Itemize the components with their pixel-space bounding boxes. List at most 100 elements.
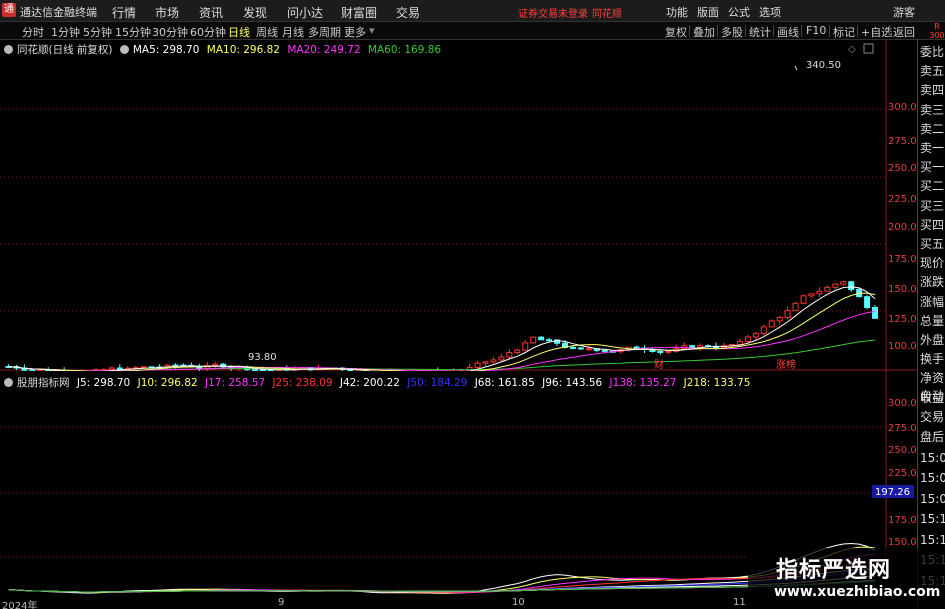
date-label: 10 xyxy=(512,597,525,608)
guest-label[interactable]: 游客 xyxy=(893,4,915,20)
main-title: 同花顺(日线 前复权) xyxy=(17,44,113,56)
side-panel-label: 15:09 xyxy=(920,491,945,506)
gear-icon[interactable] xyxy=(4,378,13,387)
separator xyxy=(773,25,774,37)
candle-body xyxy=(792,302,799,312)
candle-body xyxy=(776,316,783,322)
menu-trade[interactable]: 交易 xyxy=(396,4,420,21)
top-list-mark[interactable]: 涨榜 xyxy=(776,358,796,371)
menu-bar: 通 通达信金融终端 行情 市场 资讯 发现 问小达 财富圈 交易 证券交易未登录… xyxy=(0,0,945,22)
period-daily[interactable]: 日线 xyxy=(228,24,250,40)
tool-overlay[interactable]: 叠加 xyxy=(693,24,715,40)
y-tick: 300.0 xyxy=(888,398,917,409)
candle-body xyxy=(808,293,815,297)
menu-market[interactable]: 市场 xyxy=(155,4,179,21)
menu-options[interactable]: 选项 xyxy=(759,4,781,20)
period-multi[interactable]: 多周期 xyxy=(308,24,341,40)
y-tick: 150.0 xyxy=(888,284,917,295)
ma5-label: MA5: 298.70 xyxy=(132,44,200,56)
y-tick: 100.0 xyxy=(888,341,917,352)
y-tick: 125.0 xyxy=(888,314,917,325)
side-panel-label: 买四 xyxy=(920,217,945,232)
r-indicator[interactable]: R 300 xyxy=(929,22,945,40)
login-warning[interactable]: 证券交易未登录 xyxy=(518,5,588,20)
candlestick-chart[interactable]: 340.50 93.80 财 涨榜 ◇ xyxy=(0,40,917,371)
side-panel-label: 买三 xyxy=(920,198,945,213)
menu-quotes[interactable]: 行情 xyxy=(112,4,136,21)
gear-icon[interactable] xyxy=(4,45,13,54)
candle-body xyxy=(538,336,545,341)
low-price-label: 93.80 xyxy=(248,352,277,363)
tool-adjust[interactable]: 复权 xyxy=(665,24,687,40)
tool-multistock[interactable]: 多股 xyxy=(721,24,743,40)
watermark-url: www.xuezhibiao.com xyxy=(774,584,941,600)
candle-body xyxy=(633,346,640,349)
period-5min[interactable]: 5分钟 xyxy=(83,24,112,40)
period-weekly[interactable]: 周线 xyxy=(256,24,278,40)
candle-body xyxy=(212,363,219,367)
tool-f10[interactable]: F10 xyxy=(806,24,826,37)
period-monthly[interactable]: 月线 xyxy=(282,24,304,40)
current-value: 197.26 xyxy=(875,487,910,498)
indicator-title: 股朋指标网 xyxy=(17,377,70,389)
y-tick: 275.0 xyxy=(888,423,917,434)
side-panel-label: 15:07 xyxy=(920,471,945,485)
candle-body xyxy=(864,296,871,309)
j25-label: J25: 238.09 xyxy=(272,377,333,389)
date-label: 2024年 xyxy=(2,601,38,609)
tool-mark[interactable]: 标记 xyxy=(833,24,855,40)
side-panel-label: 15:12 xyxy=(920,532,945,547)
tool-stats[interactable]: 统计 xyxy=(749,24,771,40)
menu-ask[interactable]: 问小达 xyxy=(287,4,323,21)
candle-body xyxy=(108,367,115,370)
candle-body xyxy=(816,290,823,295)
menu-discover[interactable]: 发现 xyxy=(243,4,267,21)
y-tick: 300.0 xyxy=(888,102,917,113)
period-60min[interactable]: 60分钟 xyxy=(190,24,226,40)
maximize-icon[interactable] xyxy=(863,43,874,54)
diamond-icon[interactable]: ◇ xyxy=(848,44,856,55)
gear-icon[interactable] xyxy=(119,45,129,54)
side-panel-label: 卖四 xyxy=(920,83,945,98)
separator xyxy=(889,25,890,37)
tool-draw[interactable]: 画线 xyxy=(777,24,799,40)
j5-label: J5: 298.70 xyxy=(76,377,131,389)
separator xyxy=(829,25,830,37)
y-tick: 250.0 xyxy=(888,445,917,456)
menu-wealth[interactable]: 财富圈 xyxy=(341,4,377,21)
menu-news[interactable]: 资讯 xyxy=(199,4,223,21)
period-1min[interactable]: 1分钟 xyxy=(51,24,80,40)
side-panel-label: 买五 xyxy=(920,237,945,251)
period-30min[interactable]: 30分钟 xyxy=(152,24,188,40)
grid-lines xyxy=(0,108,886,312)
menu-formula[interactable]: 公式 xyxy=(728,4,750,20)
tool-add-watchlist[interactable]: +自选 xyxy=(861,24,892,40)
side-panel-label: 卖一 xyxy=(920,141,945,155)
candle-body xyxy=(760,326,767,335)
period-more[interactable]: 更多 xyxy=(344,24,366,40)
chevron-down-icon[interactable]: ▾ xyxy=(369,24,375,37)
side-panel-label: 买一 xyxy=(920,160,945,175)
period-timeshare[interactable]: 分时 xyxy=(22,24,44,40)
candle-body xyxy=(800,295,807,304)
financial-mark[interactable]: 财 xyxy=(654,358,664,371)
side-panel-label: 净资 xyxy=(920,371,945,386)
candle-body xyxy=(601,349,608,352)
tool-back[interactable]: 返回 xyxy=(893,24,915,40)
candle-body xyxy=(482,361,489,364)
main-legend: 同花顺(日线 前复权) MA5: 298.70 MA10: 296.82 MA2… xyxy=(4,42,445,57)
side-panel-label: 盘后 xyxy=(920,430,945,444)
candle-body xyxy=(569,346,576,349)
candle-body xyxy=(752,333,759,338)
menu-function[interactable]: 功能 xyxy=(666,4,688,20)
candle-body xyxy=(848,281,855,290)
candle-body xyxy=(657,351,664,354)
side-panel-label: 卖二 xyxy=(920,121,945,136)
candle-body xyxy=(522,342,529,351)
candle-body xyxy=(474,362,481,368)
app-logo-icon: 通 xyxy=(2,3,16,17)
period-15min[interactable]: 15分钟 xyxy=(115,24,151,40)
broker-name[interactable]: 同花顺 xyxy=(592,5,622,20)
menu-layout[interactable]: 版面 xyxy=(697,4,719,20)
y-tick: 200.0 xyxy=(888,222,917,233)
